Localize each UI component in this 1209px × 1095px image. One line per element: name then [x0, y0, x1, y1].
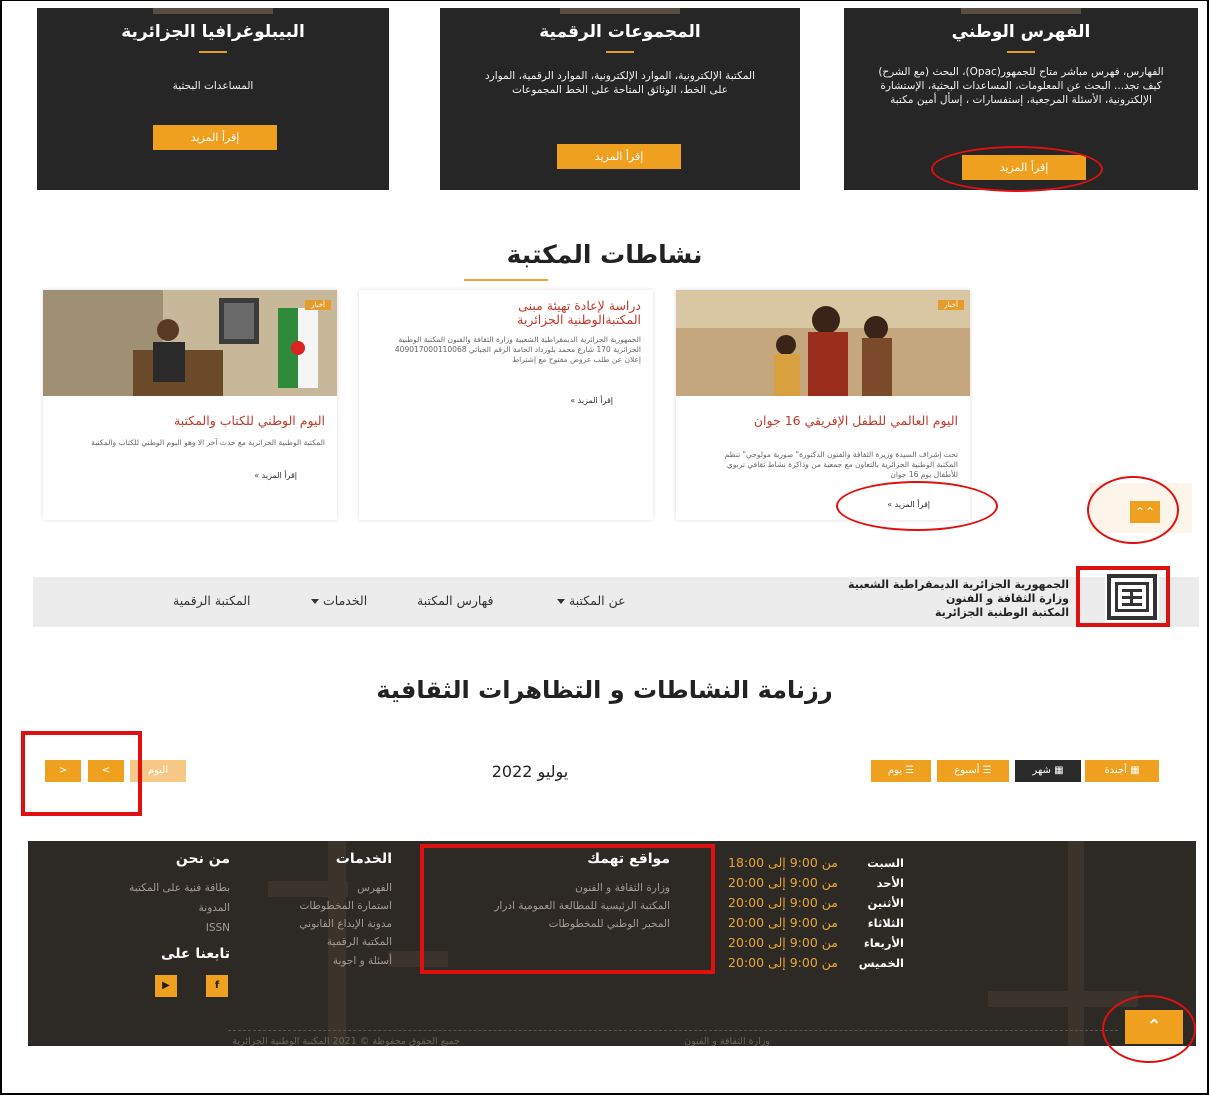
screenshot-frame: [0, 0, 1209, 1095]
